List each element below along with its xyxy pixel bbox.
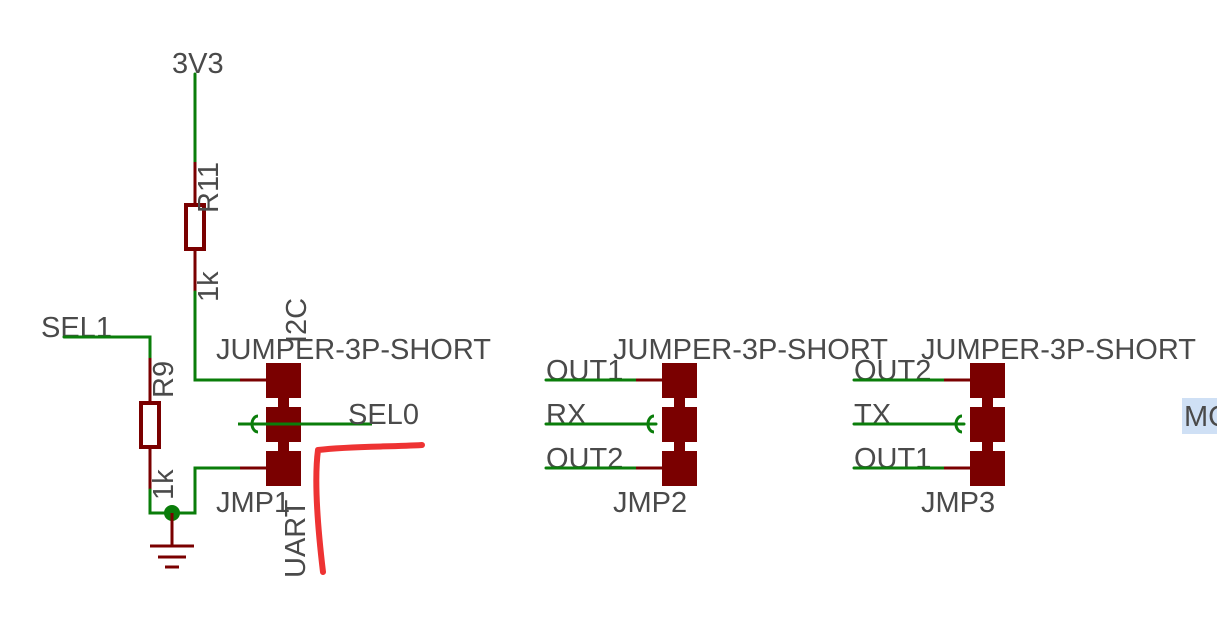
r11-value-label: 1k	[193, 271, 225, 302]
jmp1-type-label: JUMPER-3P-SHORT	[216, 334, 491, 366]
red-annotation-stroke	[313, 442, 425, 575]
jmp2-name-label: JMP2	[613, 487, 687, 519]
net-label-sel0: SEL0	[348, 399, 419, 431]
jmp2-pin3-label: OUT2	[546, 443, 623, 475]
schematic-canvas: 3V3 R11 1k SEL1 R9 1k I2C JUMPER-3P-SHOR…	[41, 48, 1217, 578]
r9-name-label: R9	[148, 361, 180, 398]
jmp3-pin3-label: OUT1	[854, 443, 931, 475]
ground-symbol	[150, 513, 194, 569]
cutoff-label: MC	[1184, 401, 1217, 433]
jmp2-pin1-label: OUT1	[546, 355, 623, 387]
r11-name-label: R11	[193, 162, 225, 213]
jmp3-pin2-label: TX	[854, 399, 891, 431]
net-label-sel1: SEL1	[41, 312, 112, 344]
jmp3-name-label: JMP3	[921, 487, 995, 519]
r9-value-label: 1k	[148, 469, 180, 500]
power-label-3v3: 3V3	[172, 48, 224, 80]
jmp2-type-label: JUMPER-3P-SHORT	[613, 334, 888, 366]
jmp3-type-label: JUMPER-3P-SHORT	[921, 334, 1196, 366]
jmp1-mode-label-uart: UART	[280, 499, 312, 578]
jmp3-pin1-label: OUT2	[854, 355, 931, 387]
jmp2-pin2-label: RX	[546, 399, 586, 431]
